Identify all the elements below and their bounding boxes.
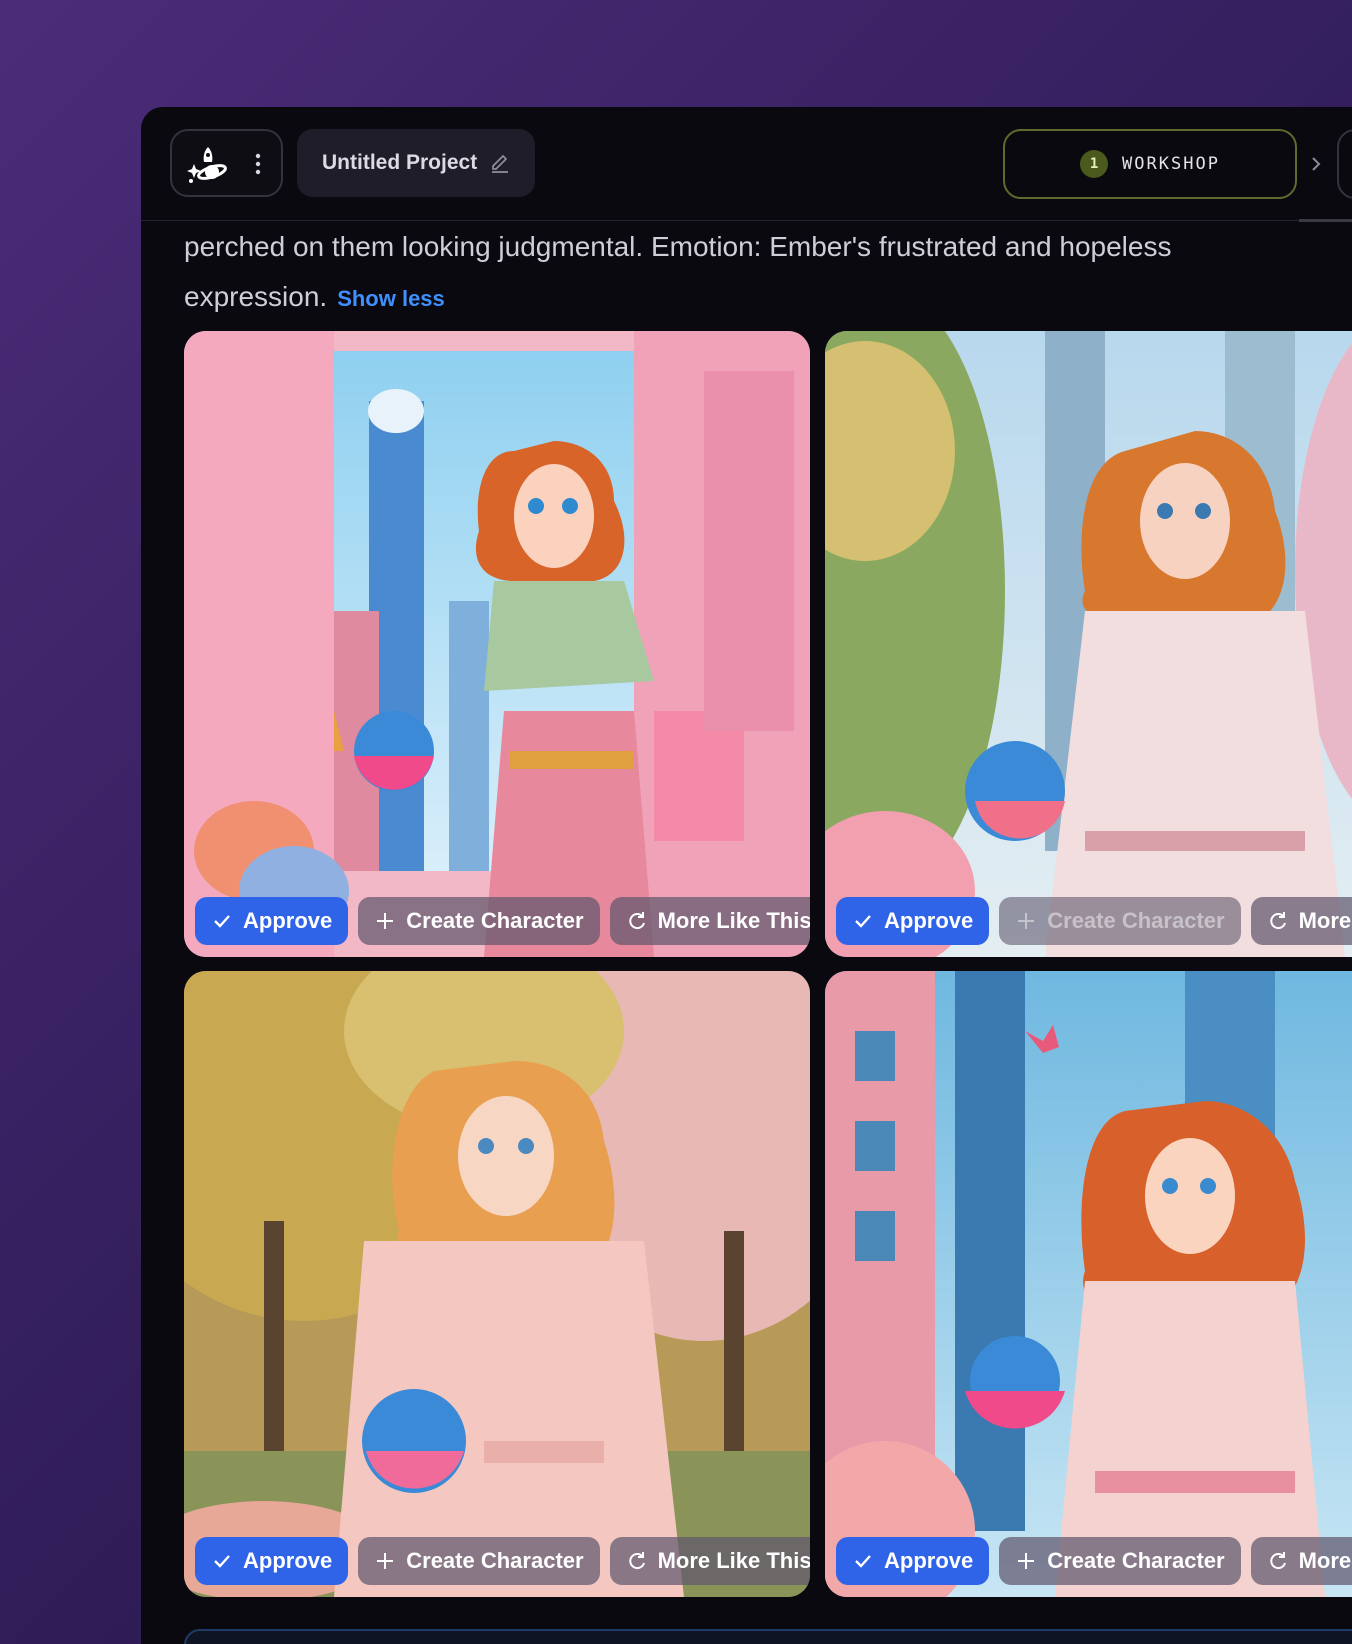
more-like-this-label: More Like This xyxy=(1298,908,1352,933)
generated-image xyxy=(184,331,810,957)
approve-label: Approve xyxy=(243,1548,333,1573)
plus-icon xyxy=(377,913,394,929)
refresh-icon xyxy=(1269,912,1286,930)
more-like-this-label: More Like This xyxy=(657,1548,810,1573)
check-icon xyxy=(855,1555,871,1568)
more-like-this-button[interactable]: More Like This xyxy=(609,1537,810,1585)
generated-image-card[interactable]: Approve Create Character More Like This xyxy=(184,971,810,1597)
generated-image xyxy=(184,971,810,1597)
project-title-button[interactable]: Untitled Project xyxy=(297,129,535,197)
create-character-button[interactable]: Create Character xyxy=(999,897,1241,945)
more-like-this-label: More Like This xyxy=(1298,1548,1352,1573)
more-like-this-label: More Like This xyxy=(657,908,810,933)
rocket-planet-logo-icon xyxy=(187,147,227,183)
chevron-right-icon[interactable] xyxy=(1308,152,1324,176)
card-actions: Approve Create Character More Like This xyxy=(195,1537,810,1585)
prompt-description: perched on them looking judgmental. Emot… xyxy=(184,222,1334,324)
app-window: Untitled Project 1 WORKSHOP perched on t… xyxy=(141,107,1352,1644)
check-icon xyxy=(214,1555,230,1568)
check-icon xyxy=(214,915,230,928)
more-like-this-button[interactable]: More Like This xyxy=(609,897,810,945)
create-character-label: Create Character xyxy=(406,1548,584,1573)
kebab-menu-icon[interactable] xyxy=(255,153,261,175)
workshop-step-tab[interactable]: 1 WORKSHOP xyxy=(1003,129,1297,199)
generated-image xyxy=(825,331,1352,957)
approve-button[interactable]: Approve xyxy=(195,1537,349,1585)
app-menu[interactable] xyxy=(170,129,283,197)
workshop-step-label: WORKSHOP xyxy=(1122,154,1220,174)
approve-button[interactable]: Approve xyxy=(836,1537,990,1585)
card-actions: Approve Create Character More Like This xyxy=(836,1537,1352,1585)
refresh-icon xyxy=(1269,1552,1286,1570)
more-like-this-button[interactable]: More Like This xyxy=(1250,1537,1352,1585)
next-step-tab[interactable] xyxy=(1337,129,1352,199)
project-title: Untitled Project xyxy=(322,151,478,174)
create-character-label: Create Character xyxy=(1047,1548,1225,1573)
check-icon xyxy=(855,915,871,928)
approve-label: Approve xyxy=(884,1548,974,1573)
card-actions: Approve Create Character More Like This xyxy=(836,897,1352,945)
workshop-step-number: 1 xyxy=(1080,150,1109,178)
approve-button[interactable]: Approve xyxy=(195,897,349,945)
generated-image-card[interactable]: Approve Create Character More Like This xyxy=(825,971,1352,1597)
create-character-button[interactable]: Create Character xyxy=(358,1537,600,1585)
prompt-input[interactable] xyxy=(184,1629,1352,1644)
generated-image-card[interactable]: Approve Create Character More Like This xyxy=(825,331,1352,957)
create-character-button[interactable]: Create Character xyxy=(358,897,600,945)
plus-icon xyxy=(377,1553,394,1569)
refresh-icon xyxy=(628,912,645,930)
pencil-icon[interactable] xyxy=(489,152,511,174)
card-actions: Approve Create Character More Like This xyxy=(195,897,810,945)
create-character-label: Create Character xyxy=(406,908,584,933)
plus-icon xyxy=(1018,1553,1035,1569)
approve-label: Approve xyxy=(884,908,974,933)
approve-button[interactable]: Approve xyxy=(836,897,990,945)
generated-image-card[interactable]: Approve Create Character More Like This xyxy=(184,331,810,957)
more-like-this-button[interactable]: More Like This xyxy=(1250,897,1352,945)
create-character-button[interactable]: Create Character xyxy=(999,1537,1241,1585)
top-bar: Untitled Project 1 WORKSHOP xyxy=(141,107,1352,222)
approve-label: Approve xyxy=(243,908,333,933)
generated-image xyxy=(825,971,1352,1597)
show-less-link[interactable]: Show less xyxy=(337,286,445,311)
prompt-description-text: perched on them looking judgmental. Emot… xyxy=(184,231,1172,312)
create-character-label: Create Character xyxy=(1047,908,1225,933)
refresh-icon xyxy=(628,1552,645,1570)
plus-icon xyxy=(1018,913,1035,929)
